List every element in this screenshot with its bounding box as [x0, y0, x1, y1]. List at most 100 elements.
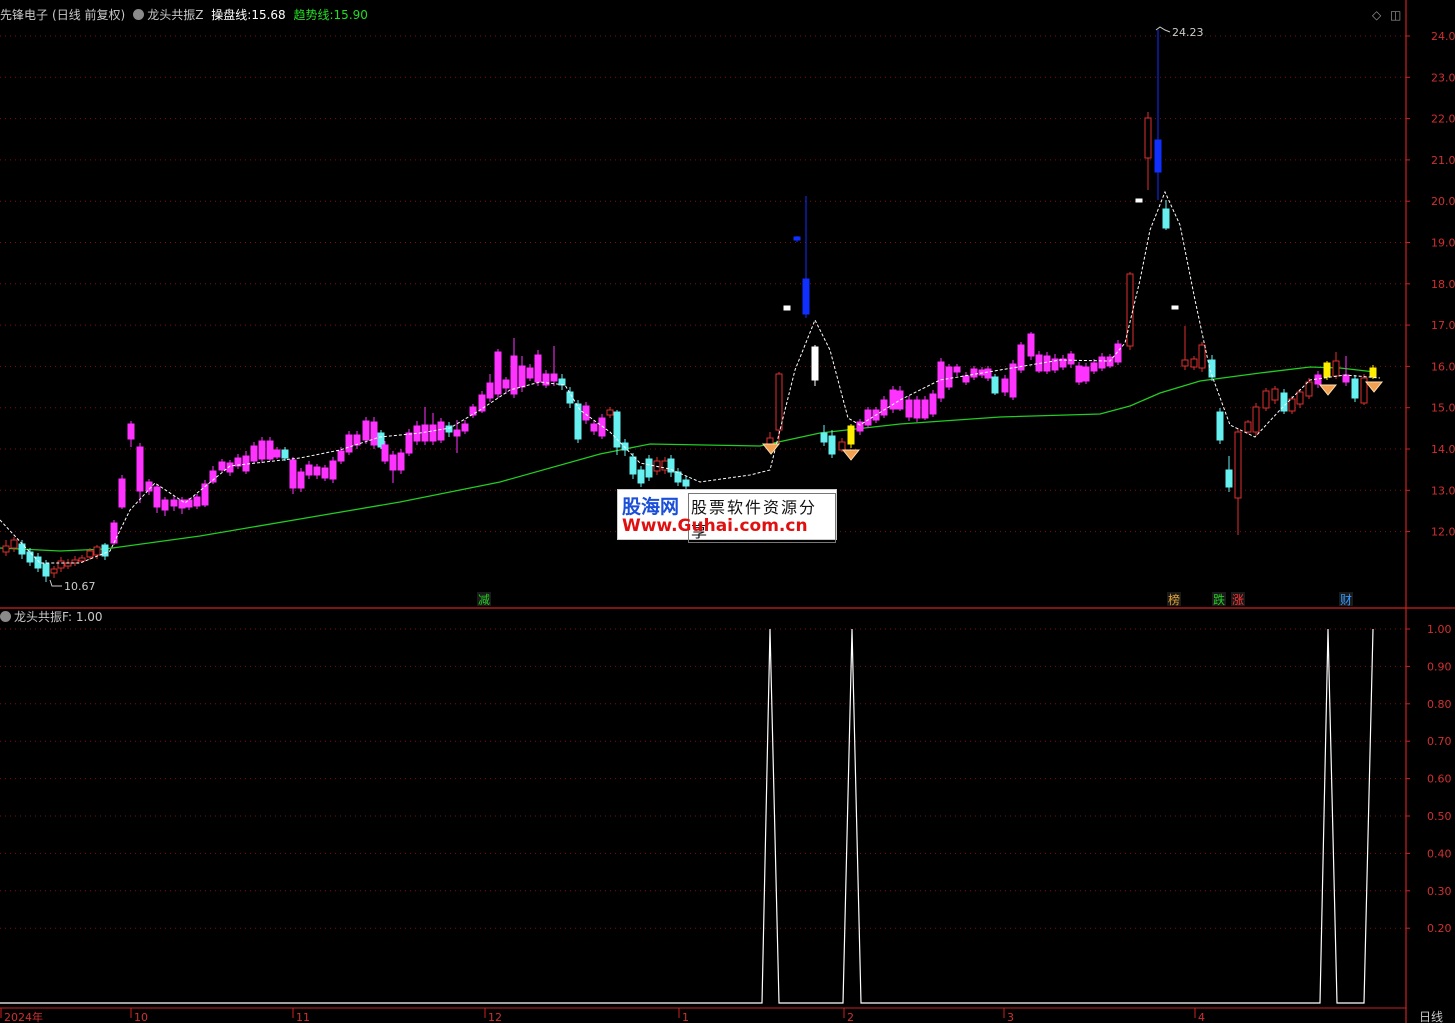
time-label: 1: [682, 1011, 689, 1023]
settings-icon[interactable]: [133, 9, 145, 20]
candle-body: [486, 382, 494, 399]
candle-body: [598, 417, 606, 437]
candle-body: [273, 449, 281, 458]
candle-body: [145, 481, 153, 492]
candle-body: [258, 440, 266, 460]
candle-body: [1181, 359, 1189, 367]
candle-body: [550, 373, 558, 382]
candle-body: [621, 442, 629, 451]
candle-body: [793, 236, 801, 241]
candle-body: [281, 449, 289, 459]
candle-body: [838, 441, 846, 451]
candle-body: [353, 434, 361, 446]
candle-body: [453, 429, 461, 437]
main-header: 先锋电子 (日线 前复权) 龙头共振Z 操盘线:15.68 趋势线:15.90: [0, 8, 372, 22]
candle-body: [775, 373, 783, 431]
candle-body: [50, 568, 58, 574]
candle-body: [613, 411, 621, 448]
price-tick-label: 24.00: [1431, 30, 1455, 43]
candle-body: [945, 366, 953, 388]
high-price-note: 24.23: [1172, 26, 1204, 39]
candle-body: [1043, 355, 1051, 372]
candle-body: [1027, 333, 1035, 357]
candle-body: [1332, 360, 1340, 377]
candle-body: [1369, 367, 1377, 378]
candle-body: [381, 444, 389, 462]
candle-body: [518, 365, 526, 388]
trend-line-value: 15.90: [333, 8, 368, 22]
candle-body: [397, 452, 405, 471]
candle-body: [1244, 421, 1252, 433]
candle-body: [1323, 362, 1331, 378]
candle-body: [582, 405, 590, 421]
candle-body: [1234, 431, 1242, 499]
candle-body: [864, 409, 872, 426]
marker-m5: 财: [1340, 593, 1352, 607]
candle-body: [42, 563, 50, 577]
candle-body: [558, 378, 566, 386]
candle-body: [161, 499, 169, 511]
candle-body: [991, 376, 999, 394]
candle-body: [682, 479, 690, 487]
candle-body: [370, 421, 378, 446]
candle-body: [469, 406, 477, 416]
candle-body: [57, 560, 65, 569]
low-pointer: [49, 579, 62, 587]
candle-body: [1296, 391, 1304, 405]
candle-body: [218, 461, 226, 471]
sub-indicator-name: 龙头共振F: [14, 610, 68, 624]
candle-body: [93, 546, 101, 556]
candle-body: [1067, 353, 1075, 365]
candle-body: [566, 391, 574, 404]
candle-body: [313, 466, 321, 476]
candle-body: [970, 368, 978, 378]
candle-body: [78, 557, 86, 562]
time-label: 12: [488, 1011, 502, 1023]
price-tick-label: 18.00: [1431, 278, 1455, 291]
candle-body: [502, 379, 510, 389]
diamond-icon[interactable]: ◇: [1372, 8, 1381, 22]
candle-body: [1114, 343, 1122, 363]
price-tick-label: 15.00: [1431, 402, 1455, 415]
stock-name: 先锋电子: [0, 8, 49, 22]
candle-body: [811, 346, 819, 381]
candle-body: [783, 305, 791, 311]
candle-body: [590, 423, 598, 432]
candle-body: [345, 434, 353, 453]
candle-body: [1154, 139, 1162, 173]
op-line-value: 15.68: [251, 8, 286, 22]
candle-body: [86, 550, 94, 558]
candle-body: [913, 399, 921, 419]
candle-body: [478, 394, 486, 412]
candle-body: [606, 409, 614, 416]
candle-body: [1090, 362, 1098, 372]
candle-body: [26, 551, 34, 563]
signal-tick-label: 1.00: [1427, 623, 1452, 636]
candle-body: [405, 432, 413, 454]
price-tick-label: 23.00: [1431, 71, 1455, 84]
candle-body: [1171, 305, 1179, 310]
time-label: 2: [847, 1011, 854, 1023]
marker-m2: 榜: [1168, 592, 1180, 607]
candle-body: [1162, 208, 1170, 229]
candle-body: [1271, 388, 1279, 401]
period-label: (日线 前复权): [52, 8, 126, 22]
candle-body: [1305, 381, 1313, 397]
candle-body: [847, 425, 855, 445]
candle-body: [1216, 411, 1224, 441]
candle-body: [110, 522, 118, 544]
trend-line-label: 趋势线:: [293, 8, 334, 22]
candle-body: [929, 393, 937, 415]
candle-body: [905, 399, 913, 418]
candle-body: [889, 389, 897, 410]
candle-body: [629, 456, 637, 475]
candle-body: [896, 390, 904, 410]
window-icon[interactable]: ◫: [1390, 8, 1401, 22]
sub-settings-icon[interactable]: [0, 611, 11, 622]
diamond-signal-icon: [841, 449, 861, 461]
time-label: 11: [296, 1011, 310, 1023]
candle-body: [193, 496, 201, 507]
candle-body: [645, 458, 653, 478]
candle-body: [305, 464, 313, 476]
candle-body: [984, 368, 992, 379]
